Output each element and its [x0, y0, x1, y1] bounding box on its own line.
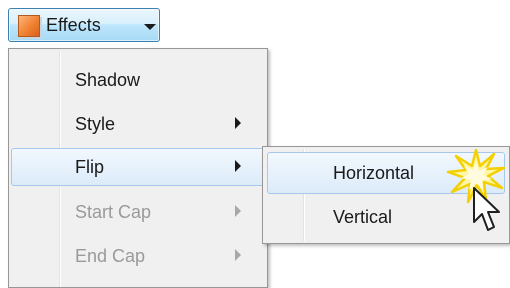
menu-item-start-cap[interactable]: Start Cap [11, 193, 265, 231]
menu-item-label: Style [75, 114, 116, 134]
submenu-arrow-icon [235, 249, 241, 261]
menu-item-label: End Cap [75, 246, 146, 266]
menu-item-label: Shadow [75, 70, 141, 90]
menu-item-label: Flip [75, 157, 105, 177]
submenu-arrow-icon [235, 117, 241, 129]
menu-item-flip[interactable]: Flip [11, 148, 265, 186]
effects-button-label: Effects [46, 15, 101, 35]
effects-square-icon [18, 15, 40, 37]
submenu-arrow-icon [235, 205, 241, 217]
mouse-pointer-icon [473, 187, 500, 231]
submenu-item-label: Vertical [333, 207, 393, 227]
menu-item-label: Start Cap [75, 202, 152, 222]
submenu-arrow-icon [235, 160, 241, 172]
menu-item-shadow[interactable]: Shadow [11, 61, 265, 99]
menu-item-style[interactable]: Style [11, 105, 265, 143]
chevron-down-icon [144, 24, 156, 30]
submenu-item-label: Horizontal [333, 163, 415, 183]
effects-dropdown-button[interactable]: Effects [8, 8, 160, 42]
menu-item-end-cap[interactable]: End Cap [11, 237, 265, 275]
effects-menu: Shadow Style Flip Start Cap End Cap [8, 48, 268, 288]
